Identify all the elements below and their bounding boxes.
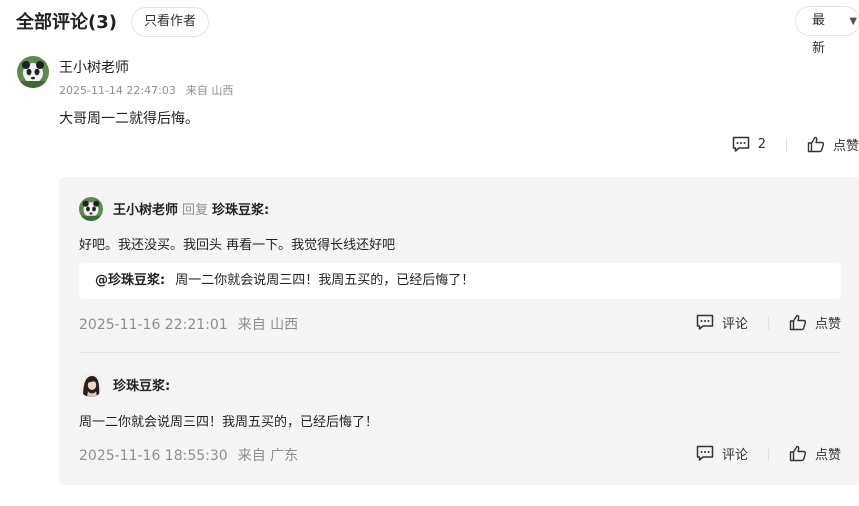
reply-time: 2025-11-16 18:55:30: [79, 448, 228, 464]
reply-count: 2: [757, 137, 766, 152]
comment-label: 评论: [721, 317, 748, 332]
avatar[interactable]: [79, 197, 103, 221]
like-button[interactable]: 点赞: [789, 444, 841, 463]
comment-bubble-icon: [696, 314, 714, 330]
sort-label: 最新: [812, 13, 826, 56]
divider: [767, 315, 769, 330]
avatar[interactable]: [17, 56, 49, 88]
reply-time: 2025-11-16 22:21:01: [79, 317, 228, 333]
reply-count-button[interactable]: 2: [732, 136, 766, 153]
like-button[interactable]: 点赞: [789, 313, 841, 332]
quoted-author[interactable]: @珍珠豆浆:: [95, 273, 165, 288]
comment-location: 来自 山西: [185, 84, 234, 97]
replies-section: 王小树老师 回复 珍珠豆浆: 好吧。我还没买。我回头 再看一下。我觉得长线还好吧 @…: [59, 177, 859, 485]
reply-location: 来自 广东: [237, 448, 299, 464]
comment-author[interactable]: 王小树老师: [59, 57, 129, 77]
reply-location: 来自 山西: [237, 317, 299, 333]
thumbs-up-icon: [789, 314, 807, 331]
reply-text: 好吧。我还没买。我回头 再看一下。我觉得长线还好吧: [79, 238, 396, 253]
comment-bubble-icon: [732, 136, 749, 152]
like-label: 点赞: [832, 139, 859, 154]
reply-header: 珍珠豆浆:: [113, 375, 170, 394]
like-button[interactable]: 点赞: [807, 135, 859, 154]
divider: [767, 446, 769, 461]
reply-meta: 2025-11-16 22:21:01 来自 山西: [79, 314, 298, 334]
comment-label: 评论: [721, 448, 748, 463]
reply-target[interactable]: 珍珠豆浆:: [212, 203, 269, 218]
reply-author[interactable]: 珍珠豆浆:: [113, 379, 170, 394]
comment-meta: 2025-11-14 22:47:03 来自 山西: [59, 82, 233, 98]
quoted-comment: @珍珠豆浆: 周一二你就会说周三四！我周五买的，已经后悔了！: [79, 263, 841, 299]
reply-header: 王小树老师 回复 珍珠豆浆:: [113, 199, 269, 218]
avatar[interactable]: [79, 373, 103, 397]
comment-time: 2025-11-14 22:47:03: [59, 84, 176, 97]
divider: [785, 137, 787, 152]
reply-actions: 评论 点赞: [696, 444, 841, 463]
reply-author[interactable]: 王小树老师: [113, 203, 178, 218]
chevron-down-icon: ▼: [849, 16, 858, 27]
quoted-text: 周一二你就会说周三四！我周五买的，已经后悔了！: [175, 273, 475, 288]
comment-actions: 2 点赞: [732, 135, 859, 154]
like-label: 点赞: [814, 317, 841, 332]
only-author-button[interactable]: 只看作者: [131, 7, 210, 37]
thumbs-up-icon: [807, 136, 825, 153]
reply-word: 回复: [182, 203, 209, 218]
comments-panel: 全部评论(3) 只看作者 最新 ▼ 王小树老师 2025-11-14 22:47…: [0, 0, 859, 506]
reply-text: 周一二你就会说周三四！我周五买的，已经后悔了！: [79, 415, 379, 430]
sort-dropdown[interactable]: 最新 ▼: [795, 6, 859, 56]
comment-button[interactable]: 评论: [696, 313, 748, 332]
comment-button[interactable]: 评论: [696, 444, 748, 463]
reply-actions: 评论 点赞: [696, 313, 841, 332]
comment-text: 大哥周一二就得后悔。: [59, 111, 199, 127]
thumbs-up-icon: [789, 445, 807, 462]
comments-title: 全部评论(3): [16, 12, 117, 33]
reply-meta: 2025-11-16 18:55:30 来自 广东: [79, 445, 298, 465]
like-label: 点赞: [814, 448, 841, 463]
comment-bubble-icon: [696, 445, 714, 461]
reply-divider: [79, 352, 841, 353]
